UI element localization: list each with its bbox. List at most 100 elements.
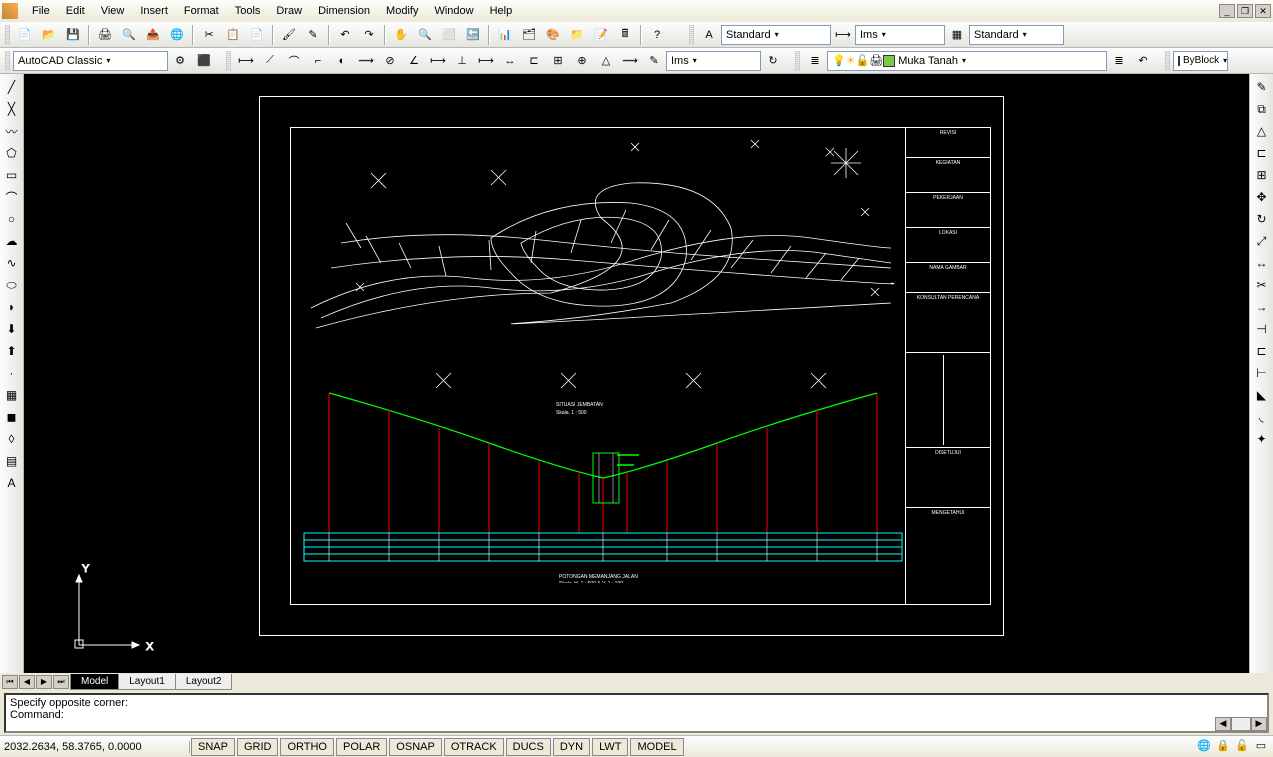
preview-button[interactable]: 🔍 xyxy=(118,24,140,46)
revcloud-button[interactable]: ☁ xyxy=(2,231,22,251)
publish-button[interactable]: 📤 xyxy=(142,24,164,46)
3ddwf-button[interactable]: 🌐 xyxy=(166,24,188,46)
jogged-linear-button[interactable]: ⟿ xyxy=(619,50,641,72)
region-button[interactable]: ◊ xyxy=(2,429,22,449)
stretch-button[interactable]: ↔ xyxy=(1252,253,1272,273)
dim-linear-button[interactable]: ⟼ xyxy=(235,50,257,72)
grip-icon[interactable] xyxy=(5,25,10,45)
menu-modify[interactable]: Modify xyxy=(378,2,426,20)
arc-button[interactable]: ⌒ xyxy=(2,187,22,207)
snap-toggle[interactable]: SNAP xyxy=(191,738,235,756)
copy-obj-button[interactable]: ⧉ xyxy=(1252,99,1272,119)
dim-arc-button[interactable]: ⌒ xyxy=(283,50,305,72)
drawing-canvas[interactable]: REVISI KEGIATAN PEKERJAAN LOKASI NAMA GA… xyxy=(24,74,1249,673)
zoom-window-button[interactable]: ⬜ xyxy=(438,24,460,46)
rotate-button[interactable]: ↻ xyxy=(1252,209,1272,229)
dyn-toggle[interactable]: DYN xyxy=(553,738,590,756)
osnap-toggle[interactable]: OSNAP xyxy=(389,738,442,756)
copy-button[interactable]: 📋 xyxy=(222,24,244,46)
dim-ordinate-button[interactable]: ⌐ xyxy=(307,50,329,72)
explode-button[interactable]: ✦ xyxy=(1252,429,1272,449)
polyline-button[interactable]: 〰 xyxy=(2,121,22,141)
lock-icon[interactable]: 🔒 xyxy=(1215,739,1231,755)
menu-tools[interactable]: Tools xyxy=(227,2,269,20)
layer-props-button[interactable]: ≣ xyxy=(804,50,826,72)
save-button[interactable]: 💾 xyxy=(62,24,84,46)
menu-edit[interactable]: Edit xyxy=(58,2,93,20)
scroll-left-button[interactable]: ◀ xyxy=(1215,717,1231,731)
offset-button[interactable]: ⊏ xyxy=(1252,143,1272,163)
scale-button[interactable]: ⤢ xyxy=(1252,231,1272,251)
dimstyle-dropdown[interactable]: Ims xyxy=(855,25,945,45)
tolerance-button[interactable]: ⊞ xyxy=(547,50,569,72)
restore-button[interactable]: ❐ xyxy=(1237,4,1253,18)
dimstyle2-dropdown[interactable]: Ims xyxy=(666,51,761,71)
grip-icon[interactable] xyxy=(689,25,694,45)
zoom-prev-button[interactable]: 🔙 xyxy=(462,24,484,46)
table-button[interactable]: ▤ xyxy=(2,451,22,471)
textstyle-dropdown[interactable]: Standard xyxy=(721,25,831,45)
ellipse-button[interactable]: ⬭ xyxy=(2,275,22,295)
gradient-button[interactable]: ◼ xyxy=(2,407,22,427)
menu-insert[interactable]: Insert xyxy=(132,2,176,20)
break-point-button[interactable]: ⊣ xyxy=(1252,319,1272,339)
polar-toggle[interactable]: POLAR xyxy=(336,738,387,756)
dim-update-button[interactable]: ↻ xyxy=(762,50,784,72)
tab-layout2[interactable]: Layout2 xyxy=(175,674,233,690)
workspace-dropdown[interactable]: AutoCAD Classic xyxy=(13,51,168,71)
quickcalc-button[interactable]: 🖩 xyxy=(614,24,636,46)
comm-center-icon[interactable]: 🌐 xyxy=(1196,739,1212,755)
workspace-settings-button[interactable]: ⚙ xyxy=(169,50,191,72)
inspect-button[interactable]: △ xyxy=(595,50,617,72)
polygon-button[interactable]: ⬠ xyxy=(2,143,22,163)
toolbar-lock-icon[interactable]: 🔓 xyxy=(1234,739,1250,755)
close-button[interactable]: ✕ xyxy=(1255,4,1271,18)
properties-button[interactable]: 📊 xyxy=(494,24,516,46)
designcenter-button[interactable]: 🗂 xyxy=(518,24,540,46)
tab-next-button[interactable]: ▶ xyxy=(36,675,52,689)
scroll-track[interactable] xyxy=(1231,717,1251,731)
hatch-button[interactable]: ▦ xyxy=(2,385,22,405)
circle-button[interactable]: ○ xyxy=(2,209,22,229)
lwt-toggle[interactable]: LWT xyxy=(592,738,628,756)
layer-states-button[interactable]: ≣ xyxy=(1108,50,1130,72)
extend-button[interactable]: → xyxy=(1252,297,1272,317)
center-mark-button[interactable]: ⊕ xyxy=(571,50,593,72)
zoom-rt-button[interactable]: 🔍 xyxy=(414,24,436,46)
menu-window[interactable]: Window xyxy=(426,2,481,20)
coordinates[interactable]: 2032.2634, 58.3765, 0.0000 xyxy=(0,741,190,753)
rectangle-button[interactable]: ▭ xyxy=(2,165,22,185)
grip-icon[interactable] xyxy=(226,51,231,71)
dim-radius-button[interactable]: ◐ xyxy=(331,50,353,72)
toolpalette-button[interactable]: 🎨 xyxy=(542,24,564,46)
chamfer-button[interactable]: ◣ xyxy=(1252,385,1272,405)
tab-layout1[interactable]: Layout1 xyxy=(118,674,176,690)
cut-button[interactable]: ✂ xyxy=(198,24,220,46)
matchprop-button[interactable]: 🖌 xyxy=(278,24,300,46)
mtext-button[interactable]: A xyxy=(2,473,22,493)
quick-dim-button[interactable]: ⟼ xyxy=(427,50,449,72)
move-button[interactable]: ✥ xyxy=(1252,187,1272,207)
dim-jogged-button[interactable]: ⟿ xyxy=(355,50,377,72)
layer-prev-button[interactable]: ↶ xyxy=(1132,50,1154,72)
erase-button[interactable]: ✎ xyxy=(1252,77,1272,97)
dim-diameter-button[interactable]: ⊘ xyxy=(379,50,401,72)
grid-toggle[interactable]: GRID xyxy=(237,738,279,756)
insert-block-button[interactable]: ⬇ xyxy=(2,319,22,339)
line-button[interactable]: ╱ xyxy=(2,77,22,97)
spline-button[interactable]: ∿ xyxy=(2,253,22,273)
clean-screen-icon[interactable]: ▭ xyxy=(1253,739,1269,755)
dim-space-button[interactable]: ↔ xyxy=(499,50,521,72)
make-block-button[interactable]: ⬆ xyxy=(2,341,22,361)
scroll-right-button[interactable]: ▶ xyxy=(1251,717,1267,731)
point-button[interactable]: · xyxy=(2,363,22,383)
tablestyle-dropdown[interactable]: Standard xyxy=(969,25,1064,45)
trim-button[interactable]: ✂ xyxy=(1252,275,1272,295)
mirror-button[interactable]: △ xyxy=(1252,121,1272,141)
command-prompt[interactable]: Command: xyxy=(10,709,1263,721)
new-button[interactable]: 📄 xyxy=(14,24,36,46)
ducs-toggle[interactable]: DUCS xyxy=(506,738,551,756)
otrack-toggle[interactable]: OTRACK xyxy=(444,738,504,756)
join-button[interactable]: ⊢ xyxy=(1252,363,1272,383)
tab-prev-button[interactable]: ◀ xyxy=(19,675,35,689)
